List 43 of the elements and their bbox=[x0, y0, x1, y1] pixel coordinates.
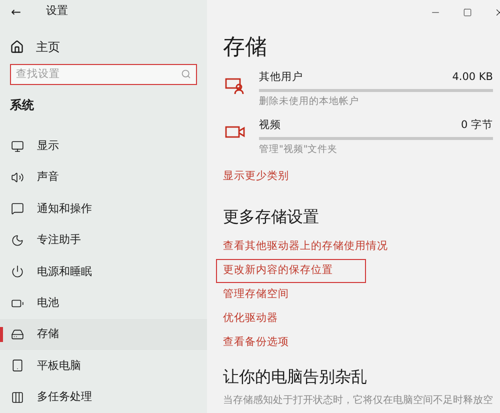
category-name: 视频 bbox=[259, 118, 281, 133]
home-item[interactable]: 主页 bbox=[0, 36, 207, 58]
settings-link[interactable]: 管理存储空间 bbox=[216, 282, 296, 307]
drive-icon bbox=[11, 328, 24, 342]
category-description: 删除未使用的本地帐户 bbox=[259, 95, 360, 109]
sidebar-item[interactable]: 多任务处理 bbox=[0, 382, 207, 413]
sidebar-item[interactable]: 显示 bbox=[0, 130, 207, 162]
page-title: 存储 bbox=[223, 34, 268, 62]
user-monitor-icon bbox=[225, 77, 245, 95]
category-description: 管理"视频"文件夹 bbox=[259, 143, 339, 157]
settings-link[interactable]: 查看其他驱动器上的存储使用情况 bbox=[216, 234, 395, 259]
section-heading: 系统 bbox=[9, 96, 35, 114]
sidebar-item[interactable]: 电池 bbox=[0, 287, 207, 319]
description-text: 当存储感知处于打开状态时，它将仅在电脑空间不足时释放空 bbox=[223, 394, 493, 408]
category-size: 4.00 KB bbox=[452, 70, 493, 85]
sidebar-item[interactable]: 存储 bbox=[0, 318, 207, 350]
power-icon bbox=[11, 265, 24, 278]
show-less-link[interactable]: 显示更少类别 bbox=[223, 169, 289, 185]
section-heading: 让你的电脑告别杂乱 bbox=[223, 366, 368, 388]
columns-icon bbox=[11, 390, 24, 404]
settings-link[interactable]: 优化驱动器 bbox=[216, 306, 285, 331]
home-icon bbox=[10, 40, 24, 54]
sidebar-item[interactable]: 平板电脑 bbox=[0, 350, 207, 382]
sidebar-item[interactable]: 专注助手 bbox=[0, 224, 207, 256]
section-heading: 更多存储设置 bbox=[223, 206, 320, 228]
video-camera-icon bbox=[225, 125, 245, 139]
tablet-icon bbox=[11, 359, 24, 372]
maximize-icon[interactable] bbox=[463, 8, 472, 16]
message-icon bbox=[11, 202, 24, 216]
sidebar-item[interactable]: 声音 bbox=[0, 162, 207, 194]
search-icon bbox=[181, 69, 191, 80]
sidebar-item[interactable]: 通知和操作 bbox=[0, 193, 207, 225]
settings-link[interactable]: 查看备份选项 bbox=[216, 330, 296, 355]
display-icon bbox=[11, 140, 24, 153]
category-name: 其他用户 bbox=[259, 70, 303, 85]
speaker-icon bbox=[11, 171, 24, 184]
window-title: 设置 bbox=[46, 3, 68, 20]
category-size: 0 字节 bbox=[460, 118, 493, 133]
settings-link[interactable]: 更改新内容的保存位置 bbox=[216, 258, 366, 283]
moon-icon bbox=[11, 234, 24, 247]
back-button[interactable]: ← bbox=[8, 4, 24, 20]
search-field[interactable]: 查找设置 bbox=[10, 64, 197, 84]
sidebar-item[interactable]: 电源和睡眠 bbox=[0, 256, 207, 288]
